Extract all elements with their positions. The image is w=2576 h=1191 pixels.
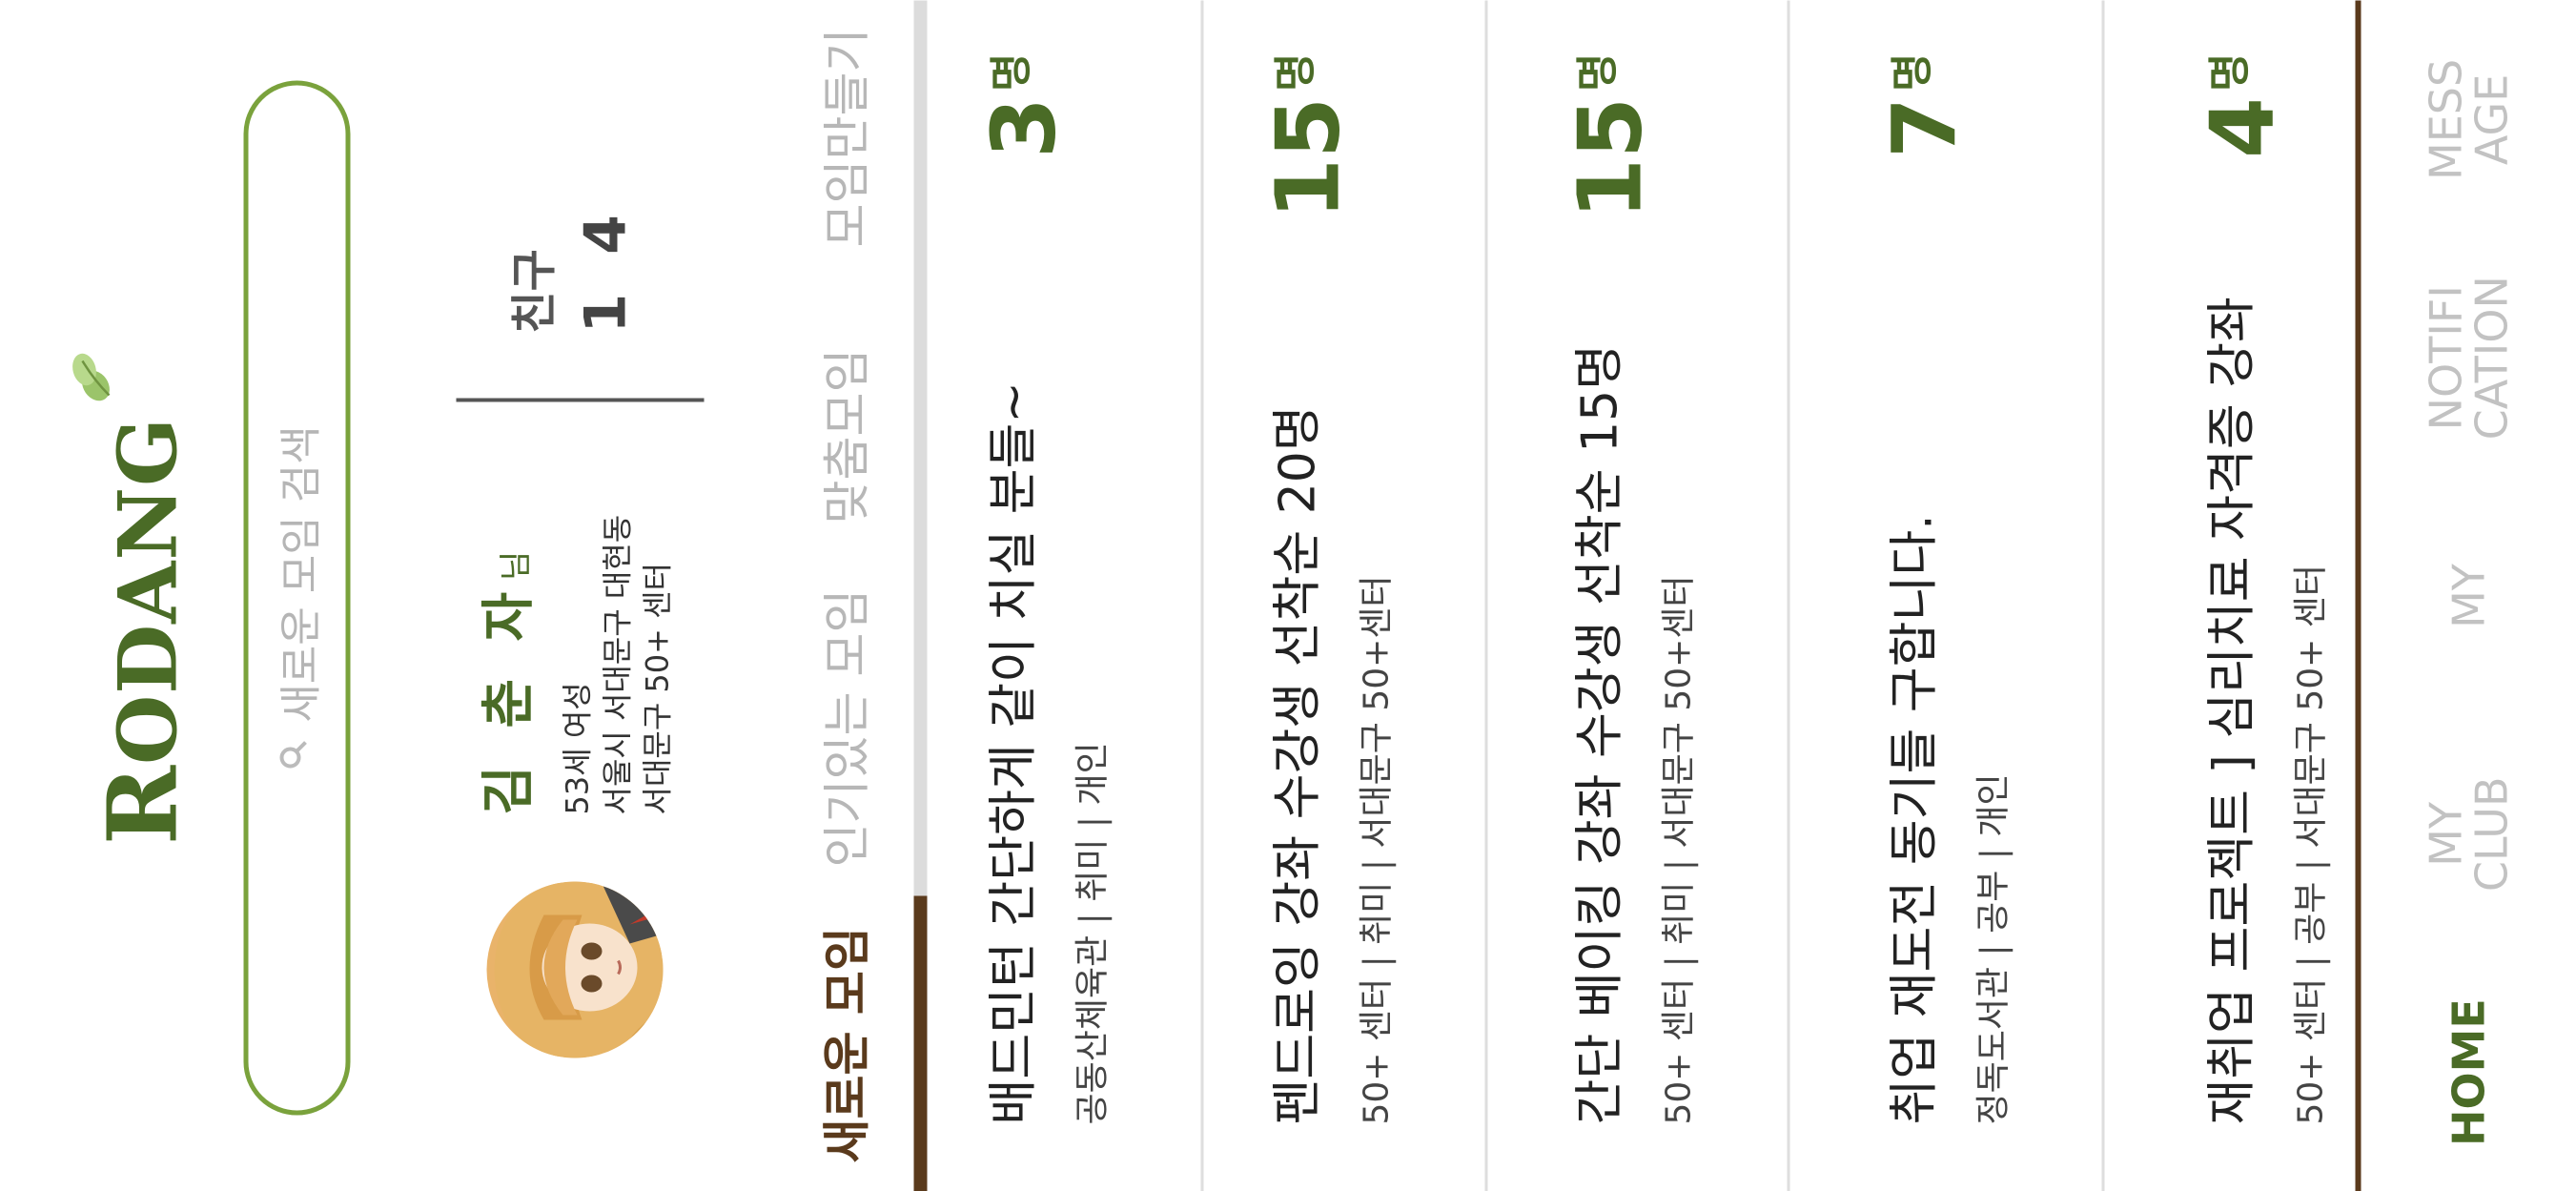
nav-my[interactable]: MY xyxy=(2361,477,2576,715)
tab-popular-clubs[interactable]: 인기있는 모임 xyxy=(808,588,877,867)
tab-new-clubs[interactable]: 새로운 모임 xyxy=(808,927,877,1162)
club-card[interactable]: 간단 베이킹 강좌 수강생 선착순 15명 50+ 센터 | 취미 | 서대문구… xyxy=(1513,0,1789,1191)
logo-initial: R xyxy=(86,764,198,845)
club-member-count: 4 명 xyxy=(2191,52,2293,158)
club-count-number: 15 xyxy=(1257,96,1359,219)
profile-divider xyxy=(456,398,704,401)
club-member-count: 15 명 xyxy=(1257,52,1359,219)
club-title: 펜드로잉 강좌 수강생 선착순 20명 xyxy=(1269,404,1326,1124)
profile-honorific: 님 xyxy=(497,550,535,581)
nav-message[interactable]: MESS AGE xyxy=(2361,0,2576,238)
bottom-nav-divider xyxy=(2355,0,2361,1191)
club-member-count: 7 명 xyxy=(1873,52,1975,158)
club-card[interactable]: 펜드로잉 강좌 수강생 선착순 20명 50+ 센터 | 취미 | 서대문구 5… xyxy=(1211,0,1487,1191)
app-screen: RODANG 새로운 모임 검색 김 춘 자 님 53세 여성 서울시 서대문구… xyxy=(0,0,2576,1191)
club-count-number: 3 xyxy=(972,96,1074,158)
club-count-number: 15 xyxy=(1559,96,1661,219)
avatar[interactable] xyxy=(486,881,663,1058)
logo-rest: ODANG xyxy=(100,416,194,765)
club-count-unit: 명 xyxy=(1888,52,1936,92)
nav-my-club[interactable]: MY CLUB xyxy=(2361,714,2576,953)
club-subtitle: 50+ 센터 | 취미 | 서대문구 50+센터 xyxy=(1357,574,1396,1124)
club-title: 배드민턴 간단하게 같이 치실 분들~ xyxy=(985,380,1042,1124)
leaf-icon xyxy=(63,347,122,408)
search-placeholder: 새로운 모임 검색 xyxy=(276,424,325,723)
club-subtitle: 50+ 센터 | 취미 | 서대문구 50+센터 xyxy=(1659,574,1698,1124)
club-member-count: 3 명 xyxy=(972,52,1074,158)
club-count-unit: 명 xyxy=(2205,52,2254,92)
profile-name: 김 춘 자 xyxy=(478,582,540,814)
club-count-unit: 명 xyxy=(1573,52,1622,92)
bottom-nav: HOME MY CLUB MY NOTIFI CATION MESS AGE xyxy=(2361,0,2576,1191)
friends-count[interactable]: 1 4 xyxy=(572,205,639,333)
club-count-number: 4 xyxy=(2191,96,2293,158)
club-card[interactable]: 취업 재도전 동기들 구합니다. 정독도서관 | 공부 | 개인 7 명 xyxy=(1828,0,2104,1191)
club-subtitle: 50+ 센터 | 공부 | 서대문구 50+ 센터 xyxy=(2291,564,2330,1124)
profile-age-gender: 53세 여성 xyxy=(559,681,595,814)
club-subtitle: 정독도서관 | 공부 | 개인 xyxy=(1973,772,2013,1124)
profile-name-row: 김 춘 자 님 xyxy=(465,550,542,814)
club-member-count: 15 명 xyxy=(1559,52,1661,219)
club-count-number: 7 xyxy=(1873,96,1975,158)
logo-text: RODANG xyxy=(86,417,198,845)
club-card[interactable]: 배드민턴 간단하게 같이 치실 분들~ 공동산체육관 | 취미 | 개인 3 명 xyxy=(927,0,1203,1191)
nav-notification[interactable]: NOTIFI CATION xyxy=(2361,238,2576,477)
search-icon xyxy=(277,739,317,770)
club-count-unit: 명 xyxy=(987,52,1035,92)
profile-center: 서대문구 50+ 센터 xyxy=(639,562,675,814)
profile-address: 서울시 서대문구 대현동 xyxy=(599,514,635,814)
tab-create-club[interactable]: 모임만들기 xyxy=(808,28,877,247)
logo: RODANG xyxy=(72,0,198,1191)
club-title: 취업 재도전 동기들 구합니다. xyxy=(1886,513,1943,1124)
search-input[interactable]: 새로운 모임 검색 xyxy=(243,80,350,1115)
club-count-unit: 명 xyxy=(1271,52,1319,92)
nav-home[interactable]: HOME xyxy=(2361,953,2576,1191)
club-subtitle: 공동산체육관 | 취미 | 개인 xyxy=(1073,741,1112,1124)
tab-custom-clubs[interactable]: 맞춤모임 xyxy=(808,348,877,524)
club-title: 간단 베이킹 강좌 수강생 선착순 15명 xyxy=(1571,343,1628,1124)
friends-label: 친구 xyxy=(507,248,561,333)
tab-indicator xyxy=(913,895,927,1191)
club-title: 재취업 프로젝트 ] 심리치료 자격증 강좌 xyxy=(2203,296,2260,1124)
